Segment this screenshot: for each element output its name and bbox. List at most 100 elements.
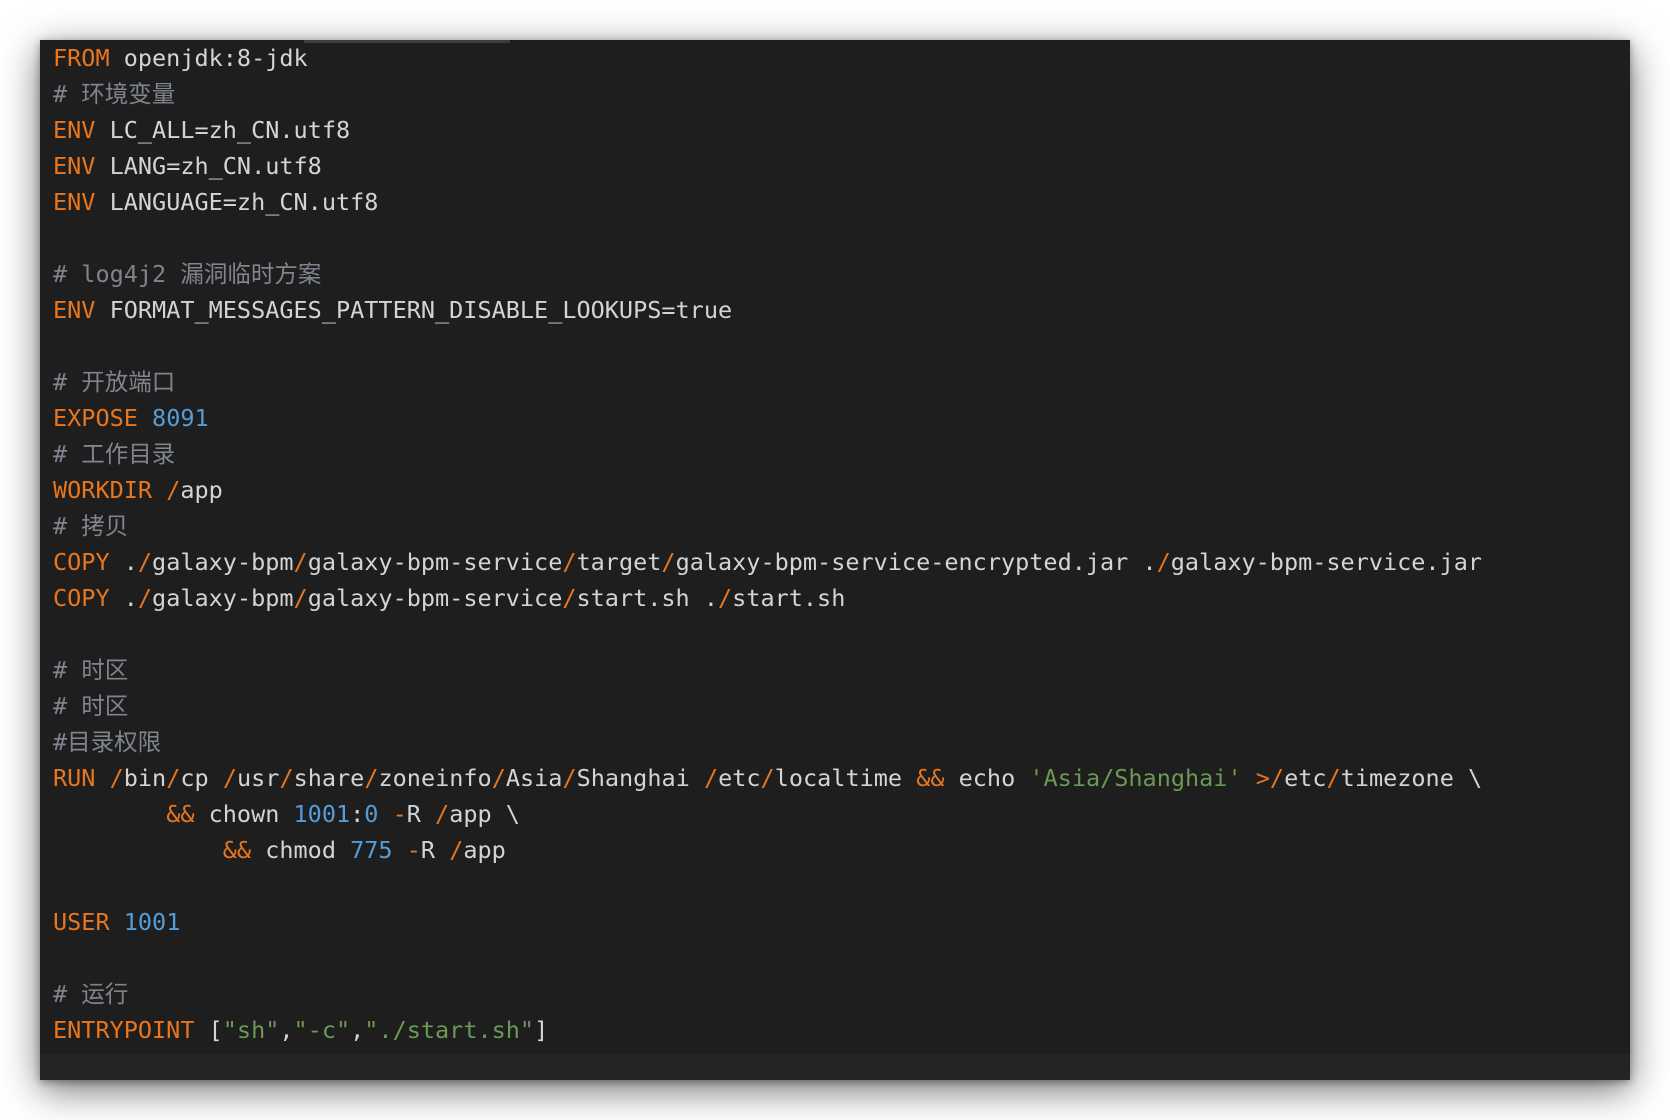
code-token: # 拷贝: [53, 512, 129, 540]
dockerfile-code-area[interactable]: FROM openjdk:8-jdk # 环境变量 ENV LC_ALL=zh_CN…: [53, 40, 1630, 1048]
code-token: /: [661, 548, 676, 576]
code-token: EXPOSE: [53, 404, 138, 432]
code-token: galaxy-bpm-service-encrypted.jar .: [675, 548, 1157, 576]
code-token: Asia: [505, 764, 563, 792]
code-token: timezone \: [1340, 764, 1483, 792]
code-token: # 工作目录: [53, 440, 176, 468]
code-token: RUN: [53, 764, 96, 792]
code-token: ]: [534, 1016, 549, 1044]
code-token: [: [194, 1016, 223, 1044]
code-token: start.sh: [732, 584, 846, 612]
code-line: # 工作目录: [53, 436, 1630, 472]
code-token: # 时区: [53, 692, 129, 720]
code-token: /: [491, 764, 506, 792]
code-token: /: [293, 584, 308, 612]
code-token: .: [109, 584, 138, 612]
code-token: &&: [916, 764, 945, 792]
code-line: USER 1001: [53, 904, 1630, 940]
code-token: # 开放端口: [53, 368, 176, 396]
code-line: EXPOSE 8091: [53, 400, 1630, 436]
code-token: "./start.sh": [364, 1016, 535, 1044]
code-token: start.sh .: [576, 584, 718, 612]
code-token: /: [760, 764, 775, 792]
code-token: #目录权限: [53, 728, 162, 756]
code-line: COPY ./galaxy-bpm/galaxy-bpm-service/sta…: [53, 580, 1630, 616]
code-token: /: [703, 764, 719, 792]
code-token: bin: [123, 764, 167, 792]
code-token: 8091: [152, 404, 209, 432]
code-token: WORKDIR: [53, 476, 153, 504]
code-token: /: [1326, 764, 1341, 792]
code-token: target: [576, 548, 662, 576]
code-token: usr: [236, 764, 280, 792]
code-token: Shanghai: [576, 764, 704, 792]
code-token: # 运行: [53, 980, 129, 1008]
code-token: USER: [53, 908, 110, 936]
code-token: 1001: [123, 908, 181, 936]
code-token: zoneinfo: [378, 764, 492, 792]
code-token: .: [109, 548, 138, 576]
code-token: echo: [944, 764, 1030, 792]
code-token: ENV: [53, 116, 96, 144]
code-token: ENV: [53, 152, 96, 180]
code-token: galaxy-bpm: [152, 548, 294, 576]
code-line: ENV FORMAT_MESSAGES_PATTERN_DISABLE_LOOK…: [53, 292, 1630, 328]
code-token: ,: [279, 1016, 294, 1044]
code-token: FORMAT_MESSAGES_PATTERN_DISABLE_LOOKUPS=…: [95, 296, 733, 324]
code-token: /: [279, 764, 294, 792]
code-token: /: [166, 764, 181, 792]
code-token: /: [137, 548, 153, 576]
code-token: 0: [364, 800, 379, 828]
code-line: FROM openjdk:8-jdk: [53, 40, 1630, 76]
code-editor-window: FROM openjdk:8-jdk # 环境变量 ENV LC_ALL=zh_CN…: [40, 40, 1630, 1080]
code-token: ENV: [53, 188, 96, 216]
code-token: /: [449, 836, 464, 864]
code-line: ENTRYPOINT ["sh","-c","./start.sh"]: [53, 1012, 1630, 1048]
code-token: ENV: [53, 296, 96, 324]
code-token: /: [364, 764, 379, 792]
code-line: ENV LANG=zh_CN.utf8: [53, 148, 1630, 184]
code-token: :: [350, 800, 365, 828]
code-token: /: [293, 548, 308, 576]
code-token: LANG=zh_CN.utf8: [95, 152, 322, 180]
code-token: COPY: [53, 548, 110, 576]
code-token: /: [562, 548, 577, 576]
code-token: ENTRYPOINT: [53, 1016, 195, 1044]
code-token: 1001: [293, 800, 351, 828]
code-token: galaxy-bpm-service: [307, 548, 563, 576]
code-token: ,: [350, 1016, 365, 1044]
code-token: >/: [1255, 764, 1285, 792]
code-line: # 开放端口: [53, 364, 1630, 400]
code-token: # log4j2 漏洞临时方案: [53, 260, 322, 288]
code-token: app: [180, 476, 223, 504]
code-token: /: [562, 584, 577, 612]
code-token: openjdk:8-jdk: [109, 44, 308, 72]
code-token: "sh": [222, 1016, 280, 1044]
code-token: galaxy-bpm: [152, 584, 294, 612]
code-line: ENV LANGUAGE=zh_CN.utf8: [53, 184, 1630, 220]
code-token: app: [463, 836, 506, 864]
code-token: etc: [718, 764, 761, 792]
code-token: -: [406, 836, 421, 864]
code-token: share: [293, 764, 365, 792]
code-token: /: [1156, 548, 1171, 576]
code-token: /: [137, 584, 153, 612]
code-token: /: [562, 764, 577, 792]
code-token: FROM: [53, 44, 110, 72]
code-token: # 时区: [53, 656, 129, 684]
code-token: /: [435, 800, 450, 828]
code-line: # 拷贝: [53, 508, 1630, 544]
code-token: galaxy-bpm-service.jar: [1170, 548, 1483, 576]
code-token: "-c": [293, 1016, 351, 1044]
code-token: /: [109, 764, 124, 792]
code-token: galaxy-bpm-service: [307, 584, 563, 612]
code-token: chmod: [251, 836, 351, 864]
